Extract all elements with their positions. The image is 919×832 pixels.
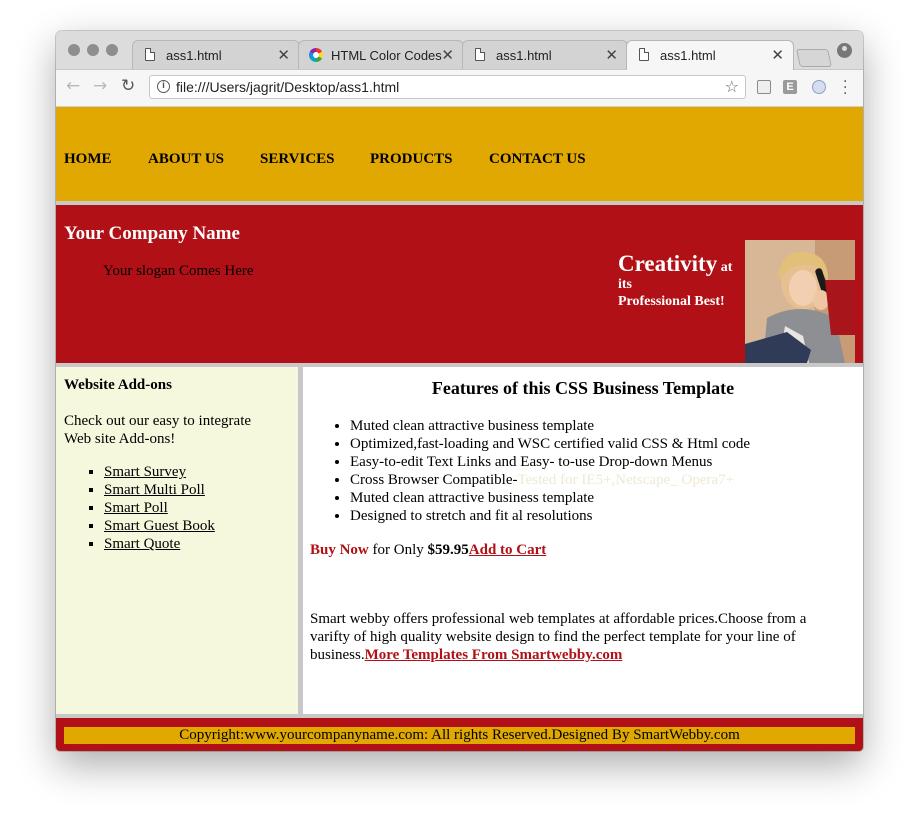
creativity-tagline: Creativity at its Professional Best! [618,251,733,309]
businesswoman-photo [745,240,855,363]
buy-now-label: Buy Now [310,542,369,558]
features-title: Features of this CSS Business Template [431,378,735,398]
tab-close-icon[interactable]: ✕ [441,46,454,64]
sidebar-intro: Check out our easy to integrate Web site… [64,413,252,447]
minimize-window-button[interactable] [87,44,99,56]
nav-home[interactable]: HOME [64,151,112,168]
menu-kebab-icon[interactable]: · · · [843,75,847,101]
color-wheel-icon [309,48,323,62]
nav-services[interactable]: SERVICES [260,151,335,168]
nav-about-us[interactable]: ABOUT US [148,151,224,168]
zoom-window-button[interactable] [106,44,118,56]
top-navigation: HOME ABOUT US SERVICES PRODUCTS CONTACT … [56,107,863,201]
tab-ass1-2[interactable]: ass1.html ✕ [462,40,628,69]
nav-contact-us[interactable]: CONTACT US [489,151,586,168]
list-item: Smart Survey [104,463,215,481]
tab-html-color-codes[interactable]: HTML Color Codes ✕ [298,40,464,69]
list-item: Optimized,fast-loading and WSC certified… [350,435,750,453]
file-icon [639,48,649,61]
link-smart-survey[interactable]: Smart Survey [104,464,186,480]
company-name: Your Company Name [64,223,240,244]
copyright-text: Copyright:www.yourcompanyname.com: All r… [64,727,855,744]
list-item: Muted clean attractive business template [350,489,750,507]
sidebar-title: Website Add-ons [64,377,172,393]
new-tab-button[interactable] [796,49,832,67]
list-item: Smart Multi Poll [104,481,215,499]
address-bar[interactable]: i file:///Users/jagrit/Desktop/ass1.html… [149,75,746,99]
link-smart-poll[interactable]: Smart Poll [104,500,168,516]
list-item: Designed to stretch and fit al resolutio… [350,507,750,525]
main-content: Features of this CSS Business Template M… [303,367,863,714]
slogan: Your slogan Comes Here [103,263,254,279]
reload-icon[interactable]: ↻ [121,76,135,96]
tab-title: ass1.html [496,48,552,63]
web-page: HOME ABOUT US SERVICES PRODUCTS CONTACT … [56,107,863,751]
extension-copy-icon[interactable] [757,80,771,94]
list-item: Smart Guest Book [104,517,215,535]
list-item: Smart Poll [104,499,215,517]
tab-close-icon[interactable]: ✕ [277,46,290,64]
extension-e-icon[interactable]: E [783,80,797,94]
browser-toolbar: ← → ↻ i file:///Users/jagrit/Desktop/ass… [56,70,863,107]
tab-title: HTML Color Codes [331,48,442,63]
addon-list: Smart Survey Smart Multi Poll Smart Poll… [64,463,215,553]
list-item: Muted clean attractive business template [350,417,750,435]
header-banner: Your Company Name Your slogan Comes Here… [56,205,863,363]
buy-line: Buy Now for Only $59.95Add to Cart [310,542,547,558]
tab-title: ass1.html [166,48,222,63]
list-item: Smart Quote [104,535,215,553]
tab-ass1-1[interactable]: ass1.html ✕ [132,40,300,69]
tab-close-icon[interactable]: ✕ [771,46,784,64]
back-arrow-icon[interactable]: ← [66,76,80,96]
tab-title: ass1.html [660,48,716,63]
profile-icon[interactable] [837,43,852,58]
list-item: Easy-to-edit Text Links and Easy- to-use… [350,453,750,471]
browser-window: ass1.html ✕ HTML Color Codes ✕ ass1.html… [56,31,863,751]
info-icon[interactable]: i [157,80,170,93]
bookmark-star-icon[interactable]: ☆ [725,77,739,96]
link-smart-guest-book[interactable]: Smart Guest Book [104,518,215,534]
address-url[interactable]: file:///Users/jagrit/Desktop/ass1.html [176,79,399,95]
file-icon [145,48,155,61]
features-list: Muted clean attractive business template… [310,417,750,525]
tab-close-icon[interactable]: ✕ [605,46,618,64]
more-templates-link[interactable]: More Templates From Smartwebby.com [365,647,623,663]
about-paragraph: Smart webby offers professional web temp… [310,611,807,663]
link-smart-quote[interactable]: Smart Quote [104,536,180,552]
compat-note: Tested for IE5+,Netscape_ Opera7+ [517,472,735,488]
add-to-cart-link[interactable]: Add to Cart [469,542,547,558]
price: $59.95 [427,542,469,558]
forward-arrow-icon[interactable]: → [93,76,107,96]
sidebar: Website Add-ons Check out our easy to in… [56,367,303,714]
tab-strip: ass1.html ✕ HTML Color Codes ✕ ass1.html… [56,31,863,70]
list-item: Cross Browser Compatible-Tested for IE5+… [350,471,750,489]
file-icon [475,48,485,61]
footer: Copyright:www.yourcompanyname.com: All r… [56,718,863,751]
link-smart-multi-poll[interactable]: Smart Multi Poll [104,482,205,498]
nav-products[interactable]: PRODUCTS [370,151,453,168]
extension-globe-icon[interactable] [812,80,826,94]
close-window-button[interactable] [68,44,80,56]
tab-ass1-active[interactable]: ass1.html ✕ [626,40,794,70]
